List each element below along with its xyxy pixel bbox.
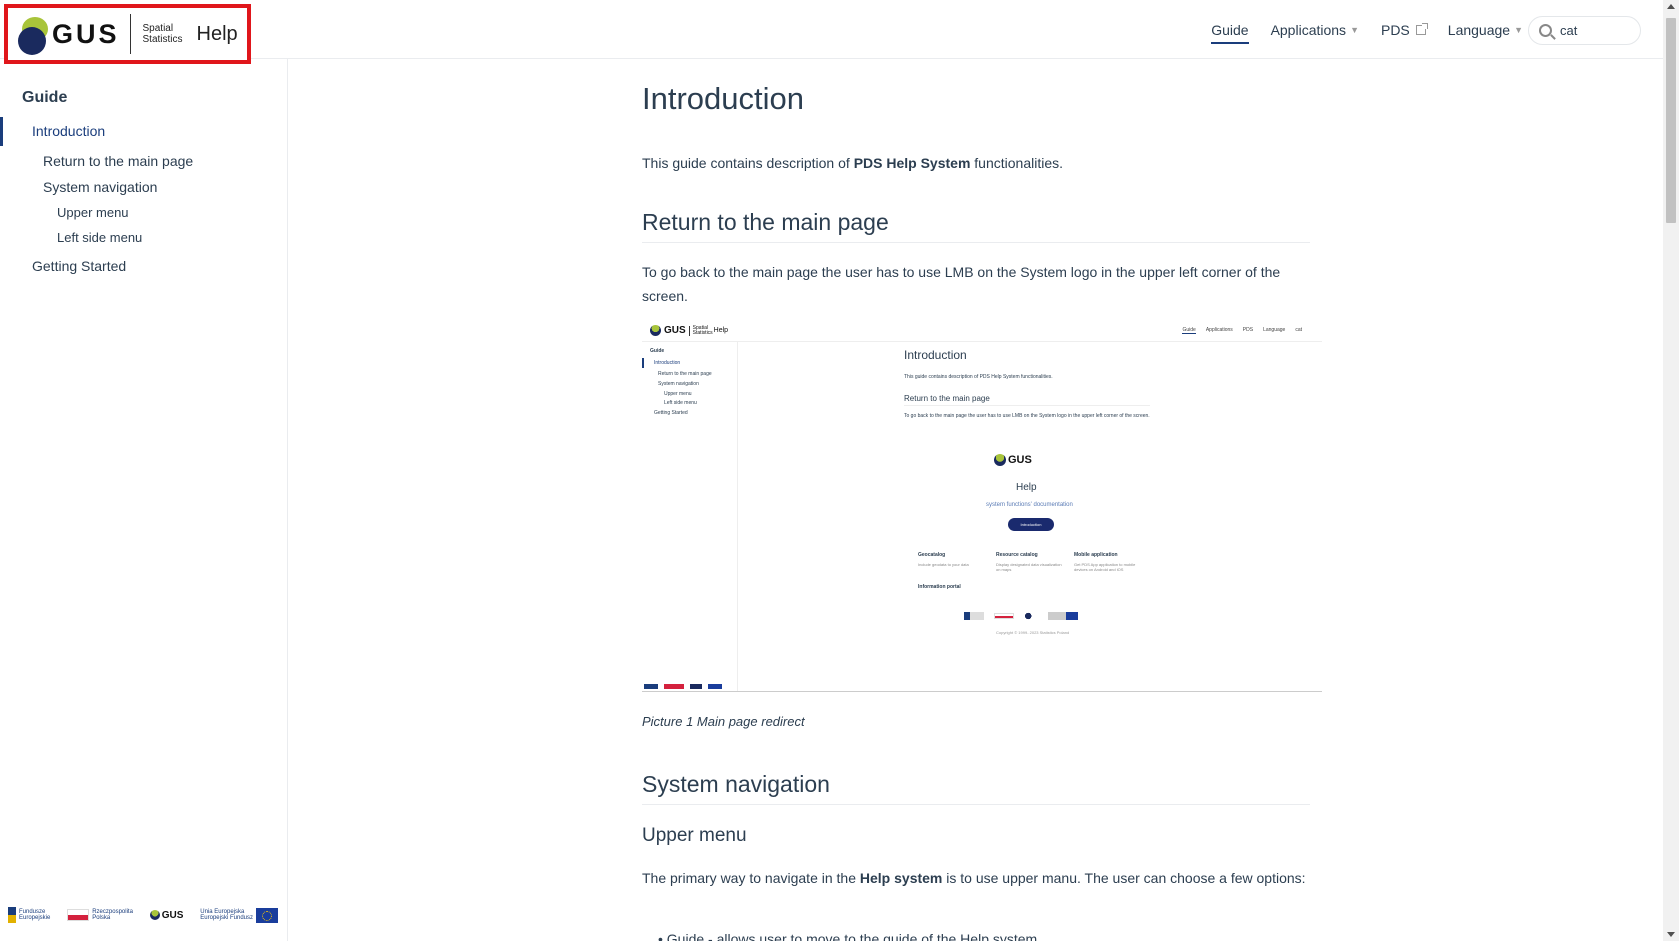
search-icon bbox=[1539, 24, 1552, 37]
nav-guide[interactable]: Guide bbox=[1211, 16, 1249, 44]
search-input[interactable] bbox=[1560, 23, 1630, 38]
scroll-thumb[interactable] bbox=[1666, 18, 1676, 223]
section-return-main-text: To go back to the main page the user has… bbox=[642, 264, 1281, 304]
fe-logo: Fundusze Europejskie bbox=[8, 907, 50, 923]
gus-logo-icon bbox=[18, 13, 48, 55]
gus-footer-logo: GUS bbox=[149, 910, 183, 921]
section-system-navigation-title: System navigation bbox=[642, 771, 1310, 805]
sidebar-item-system-navigation[interactable]: System navigation bbox=[43, 179, 157, 195]
nav-links: Guide Applications ▼ PDS Language ▼ bbox=[1211, 0, 1523, 59]
page-title: Introduction bbox=[642, 81, 804, 116]
external-link-icon bbox=[1415, 22, 1428, 35]
sidebar-item-upper-menu[interactable]: Upper menu bbox=[57, 205, 129, 220]
pl-logo: Rzeczpospolita Polska bbox=[67, 909, 133, 921]
sidebar-heading[interactable]: Guide bbox=[22, 89, 67, 107]
sidebar-item-return-main[interactable]: Return to the main page bbox=[43, 153, 193, 169]
nav-pds[interactable]: PDS bbox=[1381, 16, 1428, 44]
section-return-main-title: Return to the main page bbox=[642, 209, 1310, 243]
sidebar-item-left-side-menu[interactable]: Left side menu bbox=[57, 230, 142, 245]
sidebar-item-getting-started[interactable]: Getting Started bbox=[32, 258, 126, 274]
intro-paragraph: This guide contains description of PDS H… bbox=[642, 155, 1064, 171]
logo-divider bbox=[129, 14, 131, 54]
scroll-up-icon[interactable] bbox=[1667, 4, 1675, 9]
sidebar: Guide Introduction Return to the main pa… bbox=[0, 59, 288, 941]
scroll-down-icon[interactable] bbox=[1667, 932, 1675, 937]
caret-down-icon: ▼ bbox=[1514, 24, 1523, 35]
figure-caption: Picture 1 Main page redirect bbox=[642, 714, 805, 729]
logo-subtitle: Spatial Statistics bbox=[142, 23, 183, 45]
caret-down-icon: ▼ bbox=[1350, 24, 1359, 35]
nav-applications[interactable]: Applications ▼ bbox=[1271, 16, 1359, 44]
search-box[interactable] bbox=[1528, 16, 1641, 45]
nav-language[interactable]: Language ▼ bbox=[1448, 16, 1523, 44]
logo-text: GUS bbox=[52, 18, 120, 49]
page-scrollbar[interactable] bbox=[1663, 0, 1679, 941]
main-content: Introduction This guide contains descrip… bbox=[642, 59, 1322, 941]
main-page-screenshot: GUS Spatial Statistics Help Guide Applicat… bbox=[642, 320, 1322, 692]
upper-menu-paragraph: The primary way to navigate in the Help … bbox=[642, 870, 1306, 886]
home-logo-link[interactable]: GUS Spatial Statistics Help bbox=[4, 4, 251, 64]
subsection-upper-menu-title: Upper menu bbox=[642, 825, 747, 846]
sidebar-item-introduction[interactable]: Introduction bbox=[0, 117, 260, 146]
top-navbar: GUS Spatial Statistics Help Guide Applic… bbox=[0, 0, 1663, 64]
eu-logo: Unia Europejska Europejski Fundusz bbox=[200, 907, 278, 923]
upper-menu-bullet: • Guide - allows user to move to the gui… bbox=[658, 931, 1038, 941]
sidebar-footer-logos: Fundusze Europejskie Rzeczpospolita Polska… bbox=[8, 905, 278, 925]
logo-help-label: Help bbox=[196, 22, 238, 45]
